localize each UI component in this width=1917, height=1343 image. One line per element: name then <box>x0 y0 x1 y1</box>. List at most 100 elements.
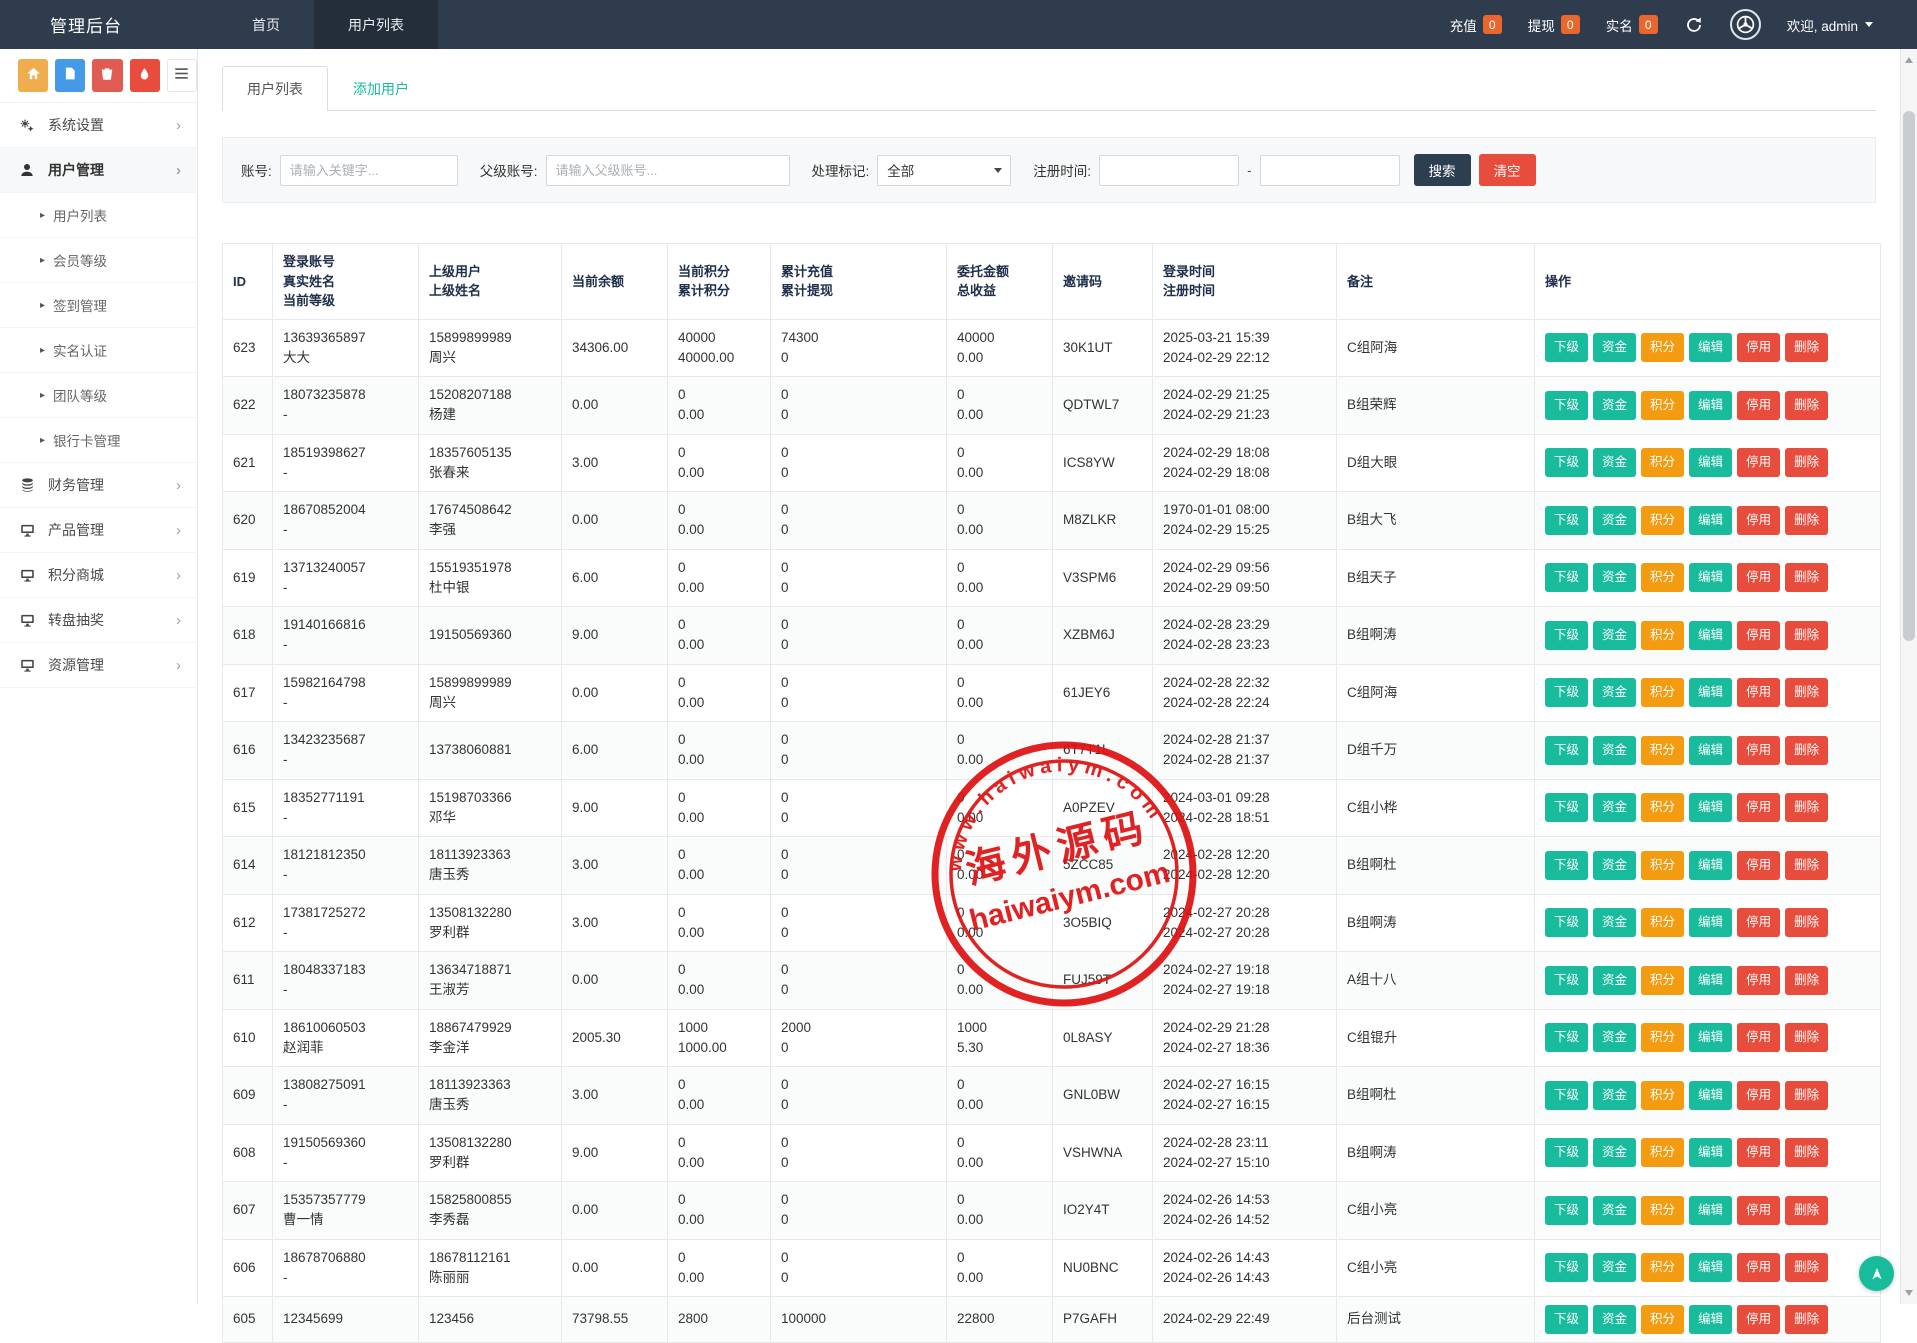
edit-button[interactable]: 编辑 <box>1689 506 1732 535</box>
sidebar-item-3[interactable]: ▸会员等级 <box>0 238 197 283</box>
delete-button[interactable]: 删除 <box>1785 1138 1828 1167</box>
funds-button[interactable]: 资金 <box>1593 908 1636 937</box>
droplet-toolbar-button[interactable] <box>130 59 160 92</box>
edit-button[interactable]: 编辑 <box>1689 966 1732 995</box>
subordinate-button[interactable]: 下级 <box>1545 391 1588 420</box>
disable-button[interactable]: 停用 <box>1737 1196 1780 1225</box>
sidebar-item-9[interactable]: 产品管理› <box>0 508 197 553</box>
points-button[interactable]: 积分 <box>1641 736 1684 765</box>
disable-button[interactable]: 停用 <box>1737 1253 1780 1282</box>
sidebar-item-7[interactable]: ▸银行卡管理 <box>0 418 197 463</box>
sidebar-item-11[interactable]: 转盘抽奖› <box>0 598 197 643</box>
delete-button[interactable]: 删除 <box>1785 1305 1828 1334</box>
sidebar-item-0[interactable]: 系统设置› <box>0 103 197 148</box>
subordinate-button[interactable]: 下级 <box>1545 678 1588 707</box>
disable-button[interactable]: 停用 <box>1737 1023 1780 1052</box>
trash-toolbar-button[interactable] <box>92 59 122 92</box>
disable-button[interactable]: 停用 <box>1737 736 1780 765</box>
funds-button[interactable]: 资金 <box>1593 563 1636 592</box>
edit-button[interactable]: 编辑 <box>1689 1196 1732 1225</box>
parent-account-input[interactable] <box>546 155 790 186</box>
points-button[interactable]: 积分 <box>1641 678 1684 707</box>
points-button[interactable]: 积分 <box>1641 1081 1684 1110</box>
funds-button[interactable]: 资金 <box>1593 1253 1636 1282</box>
funds-button[interactable]: 资金 <box>1593 678 1636 707</box>
delete-button[interactable]: 删除 <box>1785 851 1828 880</box>
scroll-down-icon[interactable] <box>1905 1290 1913 1296</box>
points-button[interactable]: 积分 <box>1641 966 1684 995</box>
subordinate-button[interactable]: 下级 <box>1545 1253 1588 1282</box>
delete-button[interactable]: 删除 <box>1785 1196 1828 1225</box>
edit-button[interactable]: 编辑 <box>1689 1023 1732 1052</box>
refresh-icon[interactable] <box>1684 15 1704 35</box>
funds-button[interactable]: 资金 <box>1593 851 1636 880</box>
points-button[interactable]: 积分 <box>1641 333 1684 362</box>
subordinate-button[interactable]: 下级 <box>1545 1023 1588 1052</box>
nav-badge-0[interactable]: 充值0 <box>1450 15 1502 35</box>
edit-button[interactable]: 编辑 <box>1689 1253 1732 1282</box>
delete-button[interactable]: 删除 <box>1785 1023 1828 1052</box>
edit-button[interactable]: 编辑 <box>1689 851 1732 880</box>
subordinate-button[interactable]: 下级 <box>1545 1081 1588 1110</box>
points-button[interactable]: 积分 <box>1641 908 1684 937</box>
delete-button[interactable]: 删除 <box>1785 563 1828 592</box>
funds-button[interactable]: 资金 <box>1593 391 1636 420</box>
disable-button[interactable]: 停用 <box>1737 851 1780 880</box>
vertical-scrollbar[interactable] <box>1900 49 1917 1304</box>
funds-button[interactable]: 资金 <box>1593 1305 1636 1334</box>
edit-button[interactable]: 编辑 <box>1689 1305 1732 1334</box>
nav-badge-2[interactable]: 实名0 <box>1606 15 1658 35</box>
edit-button[interactable]: 编辑 <box>1689 1138 1732 1167</box>
points-button[interactable]: 积分 <box>1641 1023 1684 1052</box>
funds-button[interactable]: 资金 <box>1593 621 1636 650</box>
subordinate-button[interactable]: 下级 <box>1545 621 1588 650</box>
delete-button[interactable]: 删除 <box>1785 908 1828 937</box>
sidebar-item-5[interactable]: ▸实名认证 <box>0 328 197 373</box>
scrollbar-thumb[interactable] <box>1903 111 1915 641</box>
edit-button[interactable]: 编辑 <box>1689 448 1732 477</box>
delete-button[interactable]: 删除 <box>1785 621 1828 650</box>
delete-button[interactable]: 删除 <box>1785 736 1828 765</box>
edit-button[interactable]: 编辑 <box>1689 563 1732 592</box>
scroll-up-icon[interactable] <box>1905 57 1913 63</box>
points-button[interactable]: 积分 <box>1641 1138 1684 1167</box>
funds-button[interactable]: 资金 <box>1593 506 1636 535</box>
search-button[interactable]: 搜索 <box>1414 154 1471 186</box>
disable-button[interactable]: 停用 <box>1737 448 1780 477</box>
disable-button[interactable]: 停用 <box>1737 966 1780 995</box>
edit-button[interactable]: 编辑 <box>1689 333 1732 362</box>
delete-button[interactable]: 删除 <box>1785 678 1828 707</box>
disable-button[interactable]: 停用 <box>1737 506 1780 535</box>
subordinate-button[interactable]: 下级 <box>1545 908 1588 937</box>
points-button[interactable]: 积分 <box>1641 563 1684 592</box>
nav-badge-1[interactable]: 提现0 <box>1528 15 1580 35</box>
delete-button[interactable]: 删除 <box>1785 1081 1828 1110</box>
account-input[interactable] <box>280 155 458 186</box>
subordinate-button[interactable]: 下级 <box>1545 793 1588 822</box>
funds-button[interactable]: 资金 <box>1593 1138 1636 1167</box>
funds-button[interactable]: 资金 <box>1593 333 1636 362</box>
subordinate-button[interactable]: 下级 <box>1545 736 1588 765</box>
flag-select[interactable]: 全部 <box>877 155 1011 186</box>
delete-button[interactable]: 删除 <box>1785 448 1828 477</box>
subordinate-button[interactable]: 下级 <box>1545 1138 1588 1167</box>
home-toolbar-button[interactable] <box>18 59 48 92</box>
disable-button[interactable]: 停用 <box>1737 621 1780 650</box>
disable-button[interactable]: 停用 <box>1737 678 1780 707</box>
sidebar-item-8[interactable]: 财务管理› <box>0 463 197 508</box>
points-button[interactable]: 积分 <box>1641 1196 1684 1225</box>
subordinate-button[interactable]: 下级 <box>1545 1305 1588 1334</box>
edit-button[interactable]: 编辑 <box>1689 908 1732 937</box>
subordinate-button[interactable]: 下级 <box>1545 506 1588 535</box>
file-toolbar-button[interactable] <box>55 59 85 92</box>
edit-button[interactable]: 编辑 <box>1689 793 1732 822</box>
floating-action-button[interactable] <box>1859 1256 1894 1291</box>
disable-button[interactable]: 停用 <box>1737 1081 1780 1110</box>
edit-button[interactable]: 编辑 <box>1689 678 1732 707</box>
subordinate-button[interactable]: 下级 <box>1545 563 1588 592</box>
points-button[interactable]: 积分 <box>1641 621 1684 650</box>
tab-0[interactable]: 用户列表 <box>222 66 328 111</box>
delete-button[interactable]: 删除 <box>1785 333 1828 362</box>
delete-button[interactable]: 删除 <box>1785 391 1828 420</box>
sidebar-item-6[interactable]: ▸团队等级 <box>0 373 197 418</box>
